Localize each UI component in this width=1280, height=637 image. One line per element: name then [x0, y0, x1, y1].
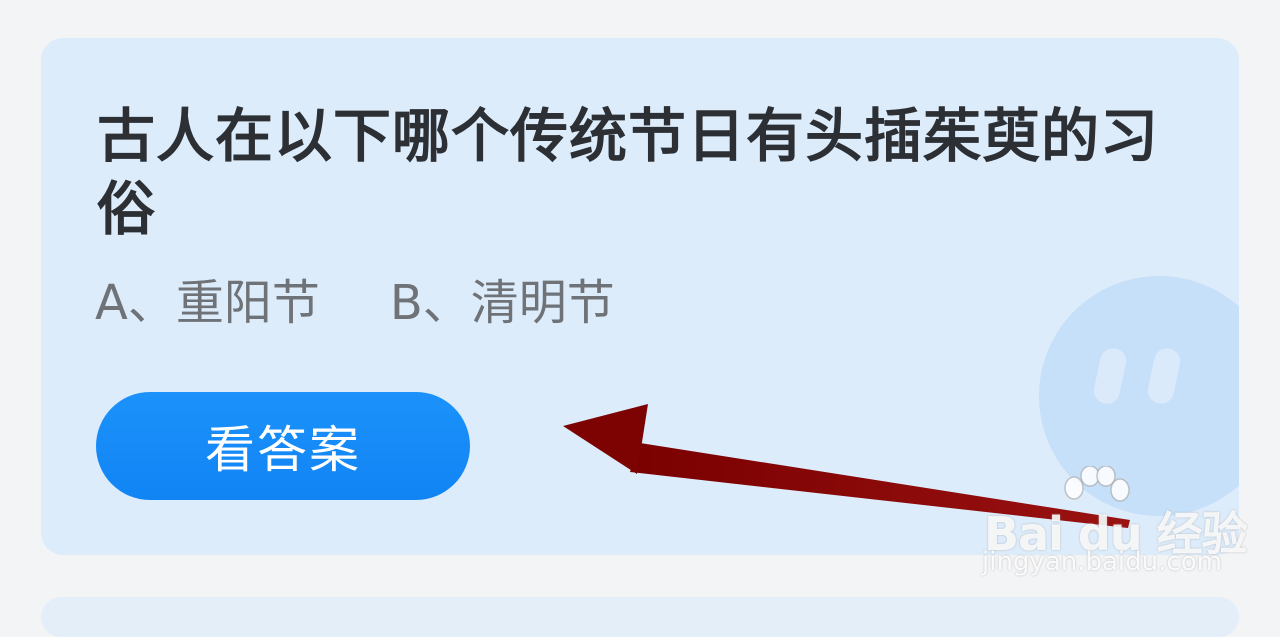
- options-row: A、重阳节 B、清明节: [95, 268, 615, 331]
- next-card: [41, 597, 1239, 637]
- view-answer-button[interactable]: 看答案: [96, 392, 470, 500]
- option-a[interactable]: A、重阳节: [95, 263, 320, 333]
- watermark-url: jingyan.baidu.com: [982, 547, 1222, 577]
- option-b[interactable]: B、清明节: [390, 263, 615, 333]
- question-text: 古人在以下哪个传统节日有头插茱萸的习俗: [97, 102, 1160, 243]
- view-answer-label: 看答案: [205, 421, 361, 479]
